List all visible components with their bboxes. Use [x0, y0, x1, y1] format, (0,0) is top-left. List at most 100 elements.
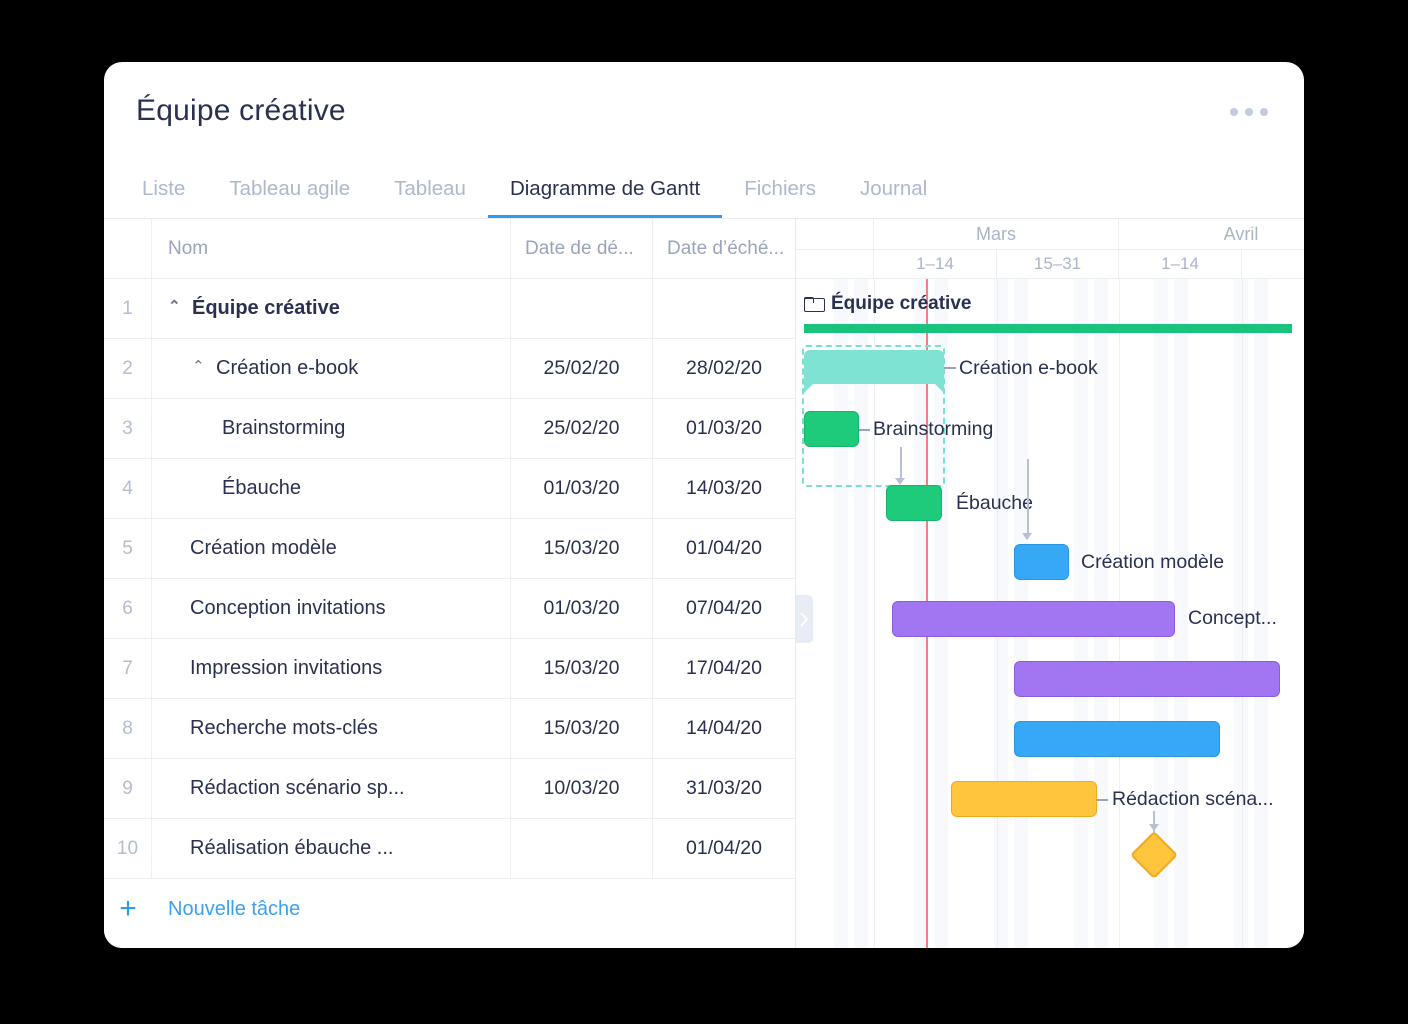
- gantt-bar-recherche-mots-cles[interactable]: [1014, 721, 1220, 757]
- row-start-date[interactable]: 10/03/20: [511, 759, 653, 818]
- gantt-bar-label: Ébauche: [956, 492, 1033, 515]
- gantt-bar-brainstorming[interactable]: [804, 411, 859, 447]
- timeline-half-mars-2: 15–31: [997, 249, 1119, 278]
- row-due-date[interactable]: 17/04/20: [653, 639, 795, 698]
- gantt-row: Équipe créative: [796, 279, 1304, 339]
- row-name-text: Brainstorming: [222, 417, 345, 440]
- row-name[interactable]: Impression invitations: [152, 639, 511, 698]
- tab-journal[interactable]: Journal: [838, 179, 949, 219]
- dot-icon: [1245, 108, 1253, 116]
- dependency-line: [1153, 811, 1155, 825]
- row-start-date[interactable]: 25/02/20: [511, 339, 653, 398]
- gantt-timeline-header: Mars Avril 1–14 15–31 1–14: [796, 219, 1304, 279]
- row-name-text: Recherche mots-clés: [190, 717, 378, 740]
- row-start-date[interactable]: 25/02/20: [511, 399, 653, 458]
- row-name[interactable]: Conception invitations: [152, 579, 511, 638]
- row-due-date[interactable]: 31/03/20: [653, 759, 795, 818]
- row-due-date[interactable]: [653, 279, 795, 338]
- row-number: 2: [104, 339, 152, 398]
- column-header-start[interactable]: Date de dé...: [511, 219, 653, 278]
- gantt-row: Concept...: [796, 579, 1304, 639]
- table-row[interactable]: 5 Création modèle 15/03/20 01/04/20: [104, 519, 795, 579]
- row-due-date[interactable]: 01/04/20: [653, 819, 795, 878]
- row-due-date[interactable]: 28/02/20: [653, 339, 795, 398]
- row-name-text: Conception invitations: [190, 597, 386, 620]
- gantt-bar-project-summary[interactable]: [804, 324, 1292, 333]
- gantt-bar-label: Rédaction scéna...: [1112, 788, 1274, 811]
- row-due-date[interactable]: 01/04/20: [653, 519, 795, 578]
- dependency-line: [1027, 507, 1029, 535]
- row-number: 7: [104, 639, 152, 698]
- row-number: 4: [104, 459, 152, 518]
- row-start-date[interactable]: 15/03/20: [511, 699, 653, 758]
- table-row[interactable]: 10 Réalisation ébauche ... 01/04/20: [104, 819, 795, 879]
- tab-liste[interactable]: Liste: [136, 179, 207, 219]
- row-name-text: Réalisation ébauche ...: [190, 837, 393, 860]
- table-row[interactable]: 8 Recherche mots-clés 15/03/20 14/04/20: [104, 699, 795, 759]
- tab-diagramme-de-gantt[interactable]: Diagramme de Gantt: [488, 179, 722, 219]
- row-start-date[interactable]: [511, 279, 653, 338]
- row-name[interactable]: Réalisation ébauche ...: [152, 819, 511, 878]
- row-due-date[interactable]: 14/04/20: [653, 699, 795, 758]
- new-task-label[interactable]: Nouvelle tâche: [152, 898, 300, 921]
- row-name-text: Ébauche: [222, 477, 301, 500]
- tab-fichiers[interactable]: Fichiers: [722, 179, 838, 219]
- table-row[interactable]: 1 ⌃ Équipe créative: [104, 279, 795, 339]
- column-header-name[interactable]: Nom: [152, 219, 511, 278]
- table-row[interactable]: 9 Rédaction scénario sp... 10/03/20 31/0…: [104, 759, 795, 819]
- gantt-bar-impression-invitations[interactable]: [1014, 661, 1280, 697]
- gantt-collapse-handle[interactable]: [796, 595, 813, 643]
- overflow-menu-button[interactable]: [1230, 108, 1268, 116]
- row-number: 6: [104, 579, 152, 638]
- card-header: Équipe créative: [104, 62, 1304, 162]
- chevron-up-icon[interactable]: ⌃: [192, 359, 210, 374]
- table-row[interactable]: 7 Impression invitations 15/03/20 17/04/…: [104, 639, 795, 699]
- gantt-bar-creation-modele[interactable]: [1014, 544, 1069, 580]
- row-due-date[interactable]: 07/04/20: [653, 579, 795, 638]
- timeline-half-avril-2: [1242, 249, 1304, 278]
- timeline-half-avril-1: 1–14: [1119, 249, 1242, 278]
- chevron-up-icon[interactable]: ⌃: [168, 299, 186, 314]
- gantt-chart: Mars Avril 1–14 15–31 1–14: [796, 219, 1304, 948]
- row-name-text: Équipe créative: [192, 297, 340, 320]
- row-start-date[interactable]: [511, 819, 653, 878]
- tab-tableau[interactable]: Tableau: [372, 179, 488, 219]
- plus-icon[interactable]: +: [104, 894, 152, 924]
- timeline-month-mars: Mars: [874, 219, 1119, 249]
- table-row[interactable]: 2 ⌃ Création e-book 25/02/20 28/02/20: [104, 339, 795, 399]
- gantt-group-label-text: Équipe créative: [831, 293, 971, 315]
- row-name[interactable]: Brainstorming: [152, 399, 511, 458]
- row-start-date[interactable]: 01/03/20: [511, 579, 653, 638]
- app-card: Équipe créative Liste Tableau agile Tabl…: [104, 62, 1304, 948]
- gantt-milestone-realisation-ebauche[interactable]: [1130, 831, 1178, 879]
- gantt-bar-creation-e-book[interactable]: [804, 350, 944, 384]
- row-name[interactable]: ⌃ Équipe créative: [152, 279, 511, 338]
- row-start-date[interactable]: 01/03/20: [511, 459, 653, 518]
- table-row[interactable]: 6 Conception invitations 01/03/20 07/04/…: [104, 579, 795, 639]
- row-name[interactable]: Ébauche: [152, 459, 511, 518]
- row-name[interactable]: Rédaction scénario sp...: [152, 759, 511, 818]
- column-header-number: [104, 219, 152, 278]
- row-name[interactable]: Création modèle: [152, 519, 511, 578]
- chevron-right-icon: [800, 612, 809, 627]
- gantt-bar-conception-invitations[interactable]: [892, 601, 1175, 637]
- task-table: Nom Date de dé... Date d’éché... 1 ⌃ Équ…: [104, 219, 796, 948]
- timeline-month-blank: [796, 219, 874, 249]
- gantt-bar-label: Brainstorming: [873, 418, 993, 441]
- row-name[interactable]: ⌃ Création e-book: [152, 339, 511, 398]
- new-task-row[interactable]: + Nouvelle tâche: [104, 879, 795, 939]
- gantt-bar-redaction-scenario[interactable]: [951, 781, 1097, 817]
- column-header-due[interactable]: Date d’éché...: [653, 219, 795, 278]
- row-start-date[interactable]: 15/03/20: [511, 519, 653, 578]
- tab-tableau-agile[interactable]: Tableau agile: [207, 179, 372, 219]
- row-due-date[interactable]: 14/03/20: [653, 459, 795, 518]
- gantt-view: Nom Date de dé... Date d’éché... 1 ⌃ Équ…: [104, 218, 1304, 948]
- gantt-bar-ebauche[interactable]: [886, 485, 942, 521]
- gantt-row: Rédaction scéna...: [796, 759, 1304, 819]
- table-row[interactable]: 3 Brainstorming 25/02/20 01/03/20: [104, 399, 795, 459]
- table-row[interactable]: 4 Ébauche 01/03/20 14/03/20: [104, 459, 795, 519]
- row-start-date[interactable]: 15/03/20: [511, 639, 653, 698]
- row-due-date[interactable]: 01/03/20: [653, 399, 795, 458]
- row-name[interactable]: Recherche mots-clés: [152, 699, 511, 758]
- gantt-bar-connector: [859, 429, 870, 431]
